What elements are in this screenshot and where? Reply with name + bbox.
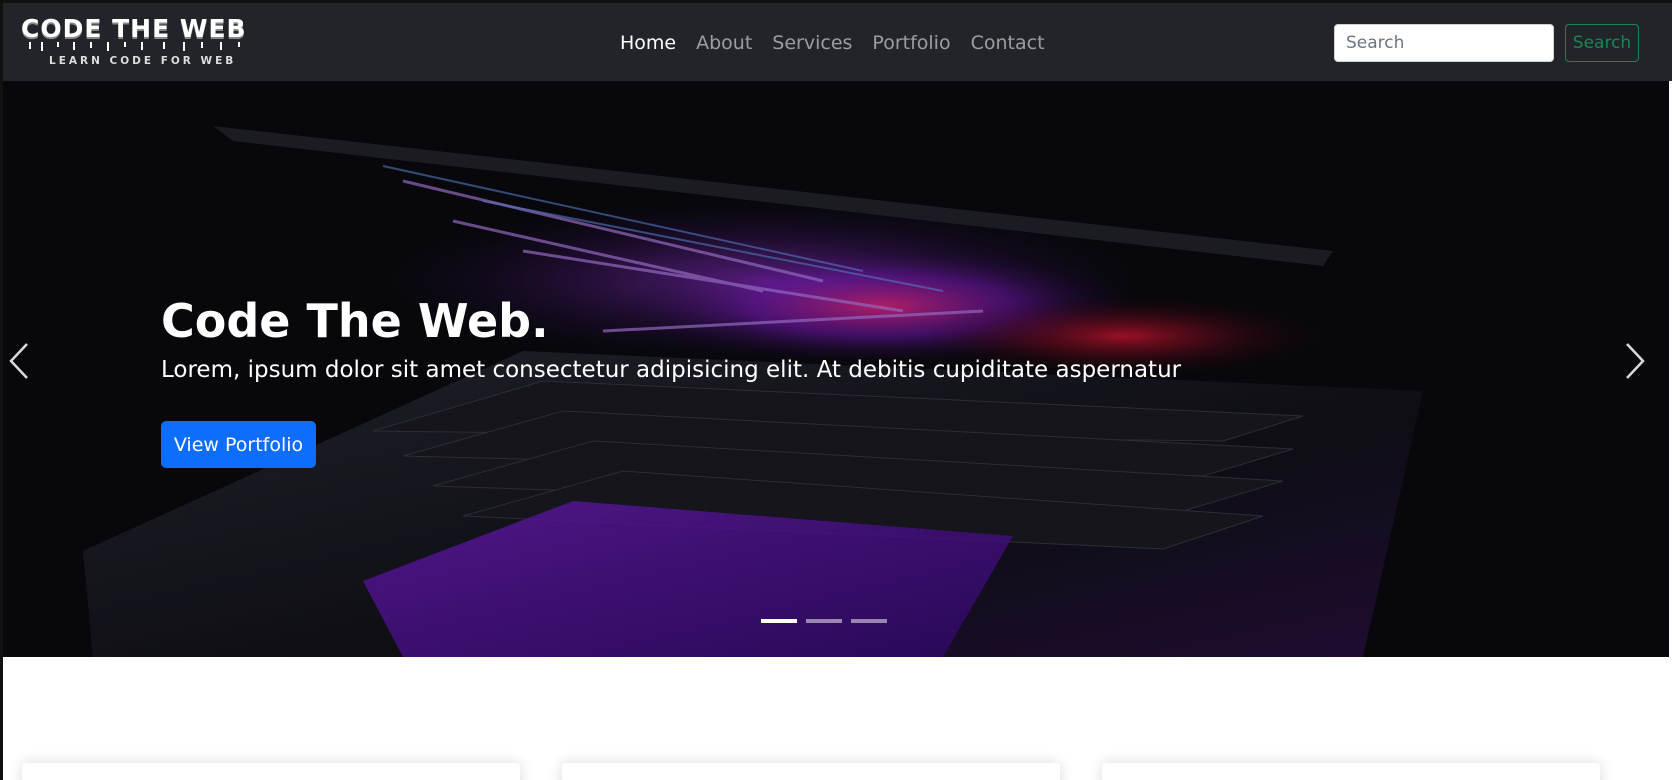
nav-link-services[interactable]: Services — [762, 29, 862, 57]
drip-decoration — [29, 42, 240, 51]
hero-text: Lorem, ipsum dolor sit amet consectetur … — [161, 357, 1182, 383]
carousel-caption: Code The Web. Lorem, ipsum dolor sit ame… — [161, 293, 1181, 383]
brand-logo[interactable]: CODE THE WEB LEARN CODE FOR WEB — [21, 15, 269, 73]
card-2 — [562, 763, 1060, 780]
brand-subtitle: LEARN CODE FOR WEB — [49, 55, 237, 67]
chevron-right-icon — [1626, 343, 1645, 379]
nav-link-home[interactable]: Home — [610, 29, 686, 57]
search-button[interactable]: Search — [1565, 24, 1639, 62]
card-3 — [1102, 763, 1600, 780]
carousel-indicator-3[interactable] — [851, 619, 887, 623]
view-portfolio-button[interactable]: View Portfolio — [161, 421, 316, 468]
carousel-next-button[interactable] — [1611, 336, 1651, 386]
chevron-left-icon — [9, 343, 28, 379]
nav-link-contact[interactable]: Contact — [961, 29, 1055, 57]
carousel-indicator-2[interactable] — [806, 619, 842, 623]
brand-title: CODE THE WEB — [21, 14, 247, 43]
carousel-prev-button[interactable] — [3, 336, 43, 386]
hero-carousel: Code The Web. Lorem, ipsum dolor sit ame… — [3, 81, 1669, 657]
card-1 — [22, 763, 520, 780]
nav-menu: Home About Services Portfolio Contact — [610, 29, 1055, 57]
search-input[interactable] — [1334, 24, 1554, 62]
nav-link-portfolio[interactable]: Portfolio — [862, 29, 960, 57]
nav-link-about[interactable]: About — [686, 29, 762, 57]
navbar: CODE THE WEB LEARN CODE FOR WEB Home Abo… — [3, 3, 1672, 81]
hero-title: Code The Web. — [161, 294, 549, 348]
carousel-indicators — [761, 619, 887, 623]
carousel-indicator-1[interactable] — [761, 619, 797, 623]
